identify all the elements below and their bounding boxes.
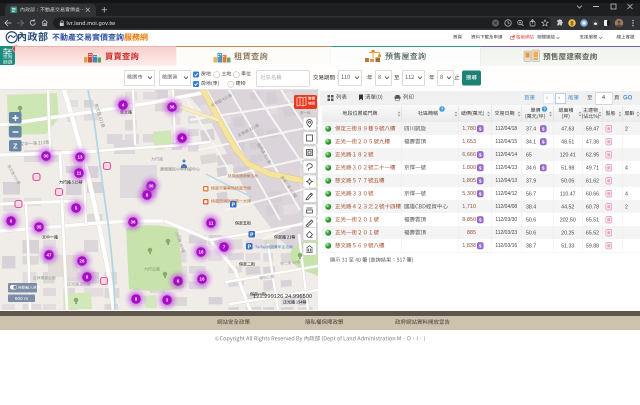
- svg-text:$: $: [479, 153, 482, 159]
- svg-text:?: ?: [441, 107, 444, 112]
- svg-text:47: 47: [46, 253, 52, 258]
- svg-text:$: $: [479, 244, 482, 250]
- svg-text:$: $: [479, 127, 482, 133]
- svg-text:11: 11: [209, 221, 214, 226]
- svg-text:?: ?: [543, 107, 546, 112]
- svg-text:26: 26: [79, 259, 85, 264]
- svg-text:$: $: [479, 218, 482, 224]
- svg-text:13: 13: [77, 155, 83, 160]
- svg-text:121.299126 24.996500: 121.299126 24.996500: [253, 294, 312, 300]
- svg-text:35: 35: [36, 225, 42, 230]
- svg-text:$: $: [542, 140, 545, 146]
- svg-text:36: 36: [130, 220, 136, 225]
- svg-text:$: $: [542, 127, 545, 133]
- svg-text:Z: Z: [13, 144, 18, 151]
- svg-text:$: $: [479, 166, 482, 172]
- svg-text:30: 30: [43, 154, 49, 159]
- svg-text:$: $: [479, 192, 482, 198]
- svg-text:36: 36: [169, 105, 175, 110]
- svg-text:$: $: [479, 179, 482, 185]
- svg-text:11: 11: [77, 171, 82, 176]
- svg-text:18: 18: [198, 250, 204, 255]
- svg-text:$: $: [542, 166, 545, 172]
- svg-text:500 m: 500 m: [15, 296, 28, 302]
- svg-text:16: 16: [199, 277, 205, 282]
